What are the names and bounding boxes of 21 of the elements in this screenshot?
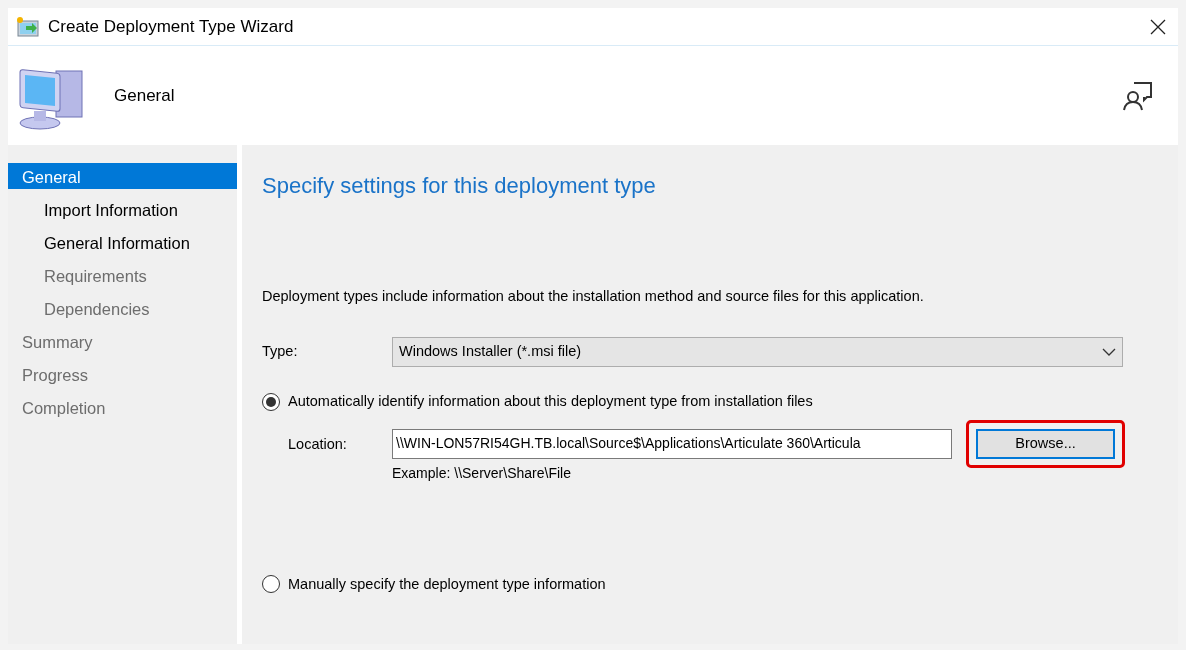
- radio-label: Manually specify the deployment type information: [288, 574, 606, 594]
- type-label: Type:: [262, 341, 299, 361]
- radio-button[interactable]: [262, 392, 280, 411]
- close-icon[interactable]: [1150, 18, 1166, 35]
- type-dropdown[interactable]: Windows Installer (*.msi file): [392, 336, 1123, 367]
- location-field[interactable]: \\WIN-LON57RI54GH.TB.local\Source$\Applications\Articulate 360\Articula: [392, 428, 952, 459]
- wizard-icon: [16, 15, 40, 38]
- location-label: Location:: [287, 434, 348, 454]
- chevron-down-icon: [1102, 347, 1116, 356]
- wizard-step[interactable]: General Information: [8, 229, 237, 255]
- wizard-step[interactable]: Import Information: [8, 196, 237, 222]
- radio-button[interactable]: [262, 575, 280, 594]
- page-heading: Specify settings for this deployment type: [262, 172, 657, 200]
- wizard-step[interactable]: General: [8, 163, 237, 189]
- radio-label: Automatically identify information about this deployment type from installation files: [288, 391, 813, 411]
- example-text: Example: \\Server\Share\File: [392, 463, 572, 483]
- feedback-icon[interactable]: [1122, 79, 1154, 112]
- description-text: Deployment types include information about the installation method and source files for this application.: [262, 287, 925, 306]
- window-title: Create Deployment Type Wizard: [48, 15, 294, 38]
- browse-button[interactable]: Browse...: [976, 428, 1115, 459]
- page-title: General: [114, 84, 175, 107]
